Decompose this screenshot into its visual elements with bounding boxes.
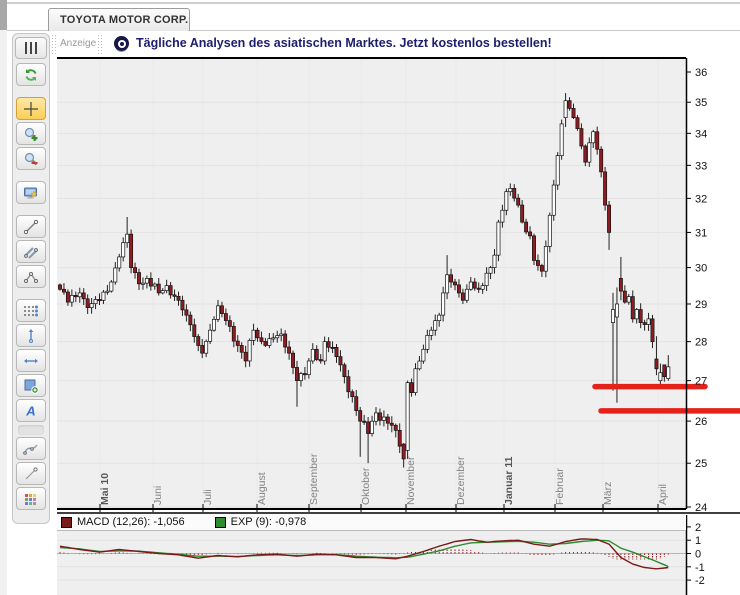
main-plot-bg: [57, 59, 686, 509]
macd-tick-label: -1: [695, 562, 705, 574]
price-tick-label: 25: [695, 458, 707, 470]
refresh-button[interactable]: [16, 63, 46, 86]
month-label: Januar 11: [503, 456, 515, 505]
color-palette-button[interactable]: [16, 487, 46, 510]
macd-value: MACD (12,26): -1,056: [77, 516, 185, 528]
h-arrow-icon: [24, 358, 38, 363]
parallel-lines-icon: [24, 246, 38, 259]
top-divider: [7, 2, 740, 4]
trend-line-icon: [23, 219, 39, 234]
price-tick-label: 36: [695, 67, 707, 79]
zoom-out-icon: [24, 152, 38, 165]
candlestick-chart[interactable]: 36 35 34 33 32 31 30 29 28 27 26 25 24 21 0-1-2 Mai 10 J…: [0, 0, 740, 595]
crosshair-button[interactable]: [16, 97, 46, 120]
zoom-in-button[interactable]: [16, 122, 46, 145]
price-tick-label: 31: [695, 227, 707, 239]
level-lines-button[interactable]: [16, 299, 46, 322]
macd-histogram: [59, 548, 669, 560]
add-rectangle-button[interactable]: [16, 374, 46, 397]
month-label: September: [308, 453, 320, 505]
draw-line-button[interactable]: [16, 462, 46, 485]
price-tick-label: 33: [695, 160, 707, 172]
exp-swatch: [214, 516, 226, 528]
horizontal-measure-button[interactable]: [16, 349, 46, 372]
price-tick-label: 28: [695, 337, 707, 349]
curve-icon: [23, 444, 38, 455]
macd-tick-label: 0: [695, 549, 701, 561]
month-label: Februar: [554, 468, 566, 505]
text-tool-button[interactable]: A: [16, 399, 46, 422]
tab-title: TOYOTA MOTOR CORP.: [60, 14, 189, 26]
price-tick-label: 35: [695, 97, 707, 109]
macd-swatch: [61, 516, 72, 528]
scrollbar-thumb[interactable]: [0, 0, 7, 30]
svg-text:A: A: [25, 403, 35, 418]
month-label: November: [405, 456, 417, 505]
price-tick-label: 32: [695, 193, 707, 205]
macd-tick-label: 2: [695, 522, 701, 534]
zoom-in-icon: [24, 127, 38, 141]
macd-plot-bg: [57, 531, 686, 595]
price-tick-label: 30: [695, 263, 707, 275]
price-tick-label: 24: [695, 502, 707, 514]
macd-tick-label: -2: [695, 575, 705, 587]
toolbar-grip-handle[interactable]: [15, 37, 47, 59]
ad-bar: Anzeige Tägliche Analysen des asiatische…: [8, 32, 740, 57]
tab-toyota-motor-corp[interactable]: TOYOTA MOTOR CORP.: [48, 8, 190, 31]
price-tick-label: 29: [695, 299, 707, 311]
month-label: Juni: [152, 486, 164, 505]
month-label: Dezember: [455, 456, 467, 505]
vertical-measure-button[interactable]: [16, 324, 46, 347]
ad-link[interactable]: Tägliche Analysen des asiatischen Markte…: [136, 36, 552, 50]
month-label: April: [657, 484, 669, 505]
crosshair-icon: [24, 101, 38, 116]
ad-separator: [98, 35, 102, 55]
chart-area[interactable]: 36 35 34 33 32 31 30 29 28 27 26 25 24 2 1 0 -1 -2 Mai 10 J…: [0, 0, 740, 595]
candles[interactable]: [58, 93, 671, 468]
letter-a-icon: A: [25, 403, 35, 418]
rect-add-icon: [24, 379, 39, 394]
exp-line: [59, 539, 669, 568]
month-label: Mai 10: [99, 473, 111, 505]
angle-tool-button[interactable]: [16, 265, 46, 288]
support-lines[interactable]: [592, 383, 740, 414]
month-label: August: [256, 472, 268, 505]
macd-tick-label: 1: [695, 535, 701, 547]
ad-label: Anzeige: [60, 38, 97, 49]
monitor-star-icon: [24, 187, 38, 199]
month-label: März: [602, 482, 614, 505]
ad-logo-icon: [114, 36, 129, 51]
refresh-icon: [25, 68, 37, 81]
window-left-scrollbar[interactable]: [0, 0, 7, 595]
palette-icon: [25, 493, 36, 505]
macd-legend: MACD (12,26): -1,056 EXP (9): -0,978: [57, 514, 686, 531]
pencil-line-icon: [25, 466, 38, 479]
curve-tool-button[interactable]: [16, 437, 46, 460]
price-tick-label: 34: [695, 128, 707, 140]
dashed-levels-icon: [24, 305, 38, 316]
chart-toolbar: A: [12, 33, 50, 524]
chart-snapshot-button[interactable]: [16, 181, 46, 204]
trend-line-button[interactable]: [16, 215, 46, 238]
price-tick-label: 27: [695, 376, 707, 388]
v-arrow-icon: [28, 328, 34, 343]
ad-separator: [52, 35, 56, 55]
month-labels: Mai 10 Juni Juli August September Oktober Nove…: [99, 453, 669, 512]
month-label: Juli: [202, 489, 214, 505]
angle-icon: [24, 271, 38, 283]
exp-value: EXP (9): -0,978: [230, 516, 307, 528]
month-label: Oktober: [360, 467, 372, 505]
application-window: TOYOTA MOTOR CORP. Anzeige Tägliche Anal…: [0, 0, 740, 595]
price-tick-label: 26: [695, 416, 707, 428]
macd-line: [59, 538, 669, 570]
gridlines: [57, 59, 686, 581]
toolbar-empty-slot: [18, 425, 44, 435]
zoom-out-button[interactable]: [16, 147, 46, 170]
parallel-channel-button[interactable]: [16, 240, 46, 263]
